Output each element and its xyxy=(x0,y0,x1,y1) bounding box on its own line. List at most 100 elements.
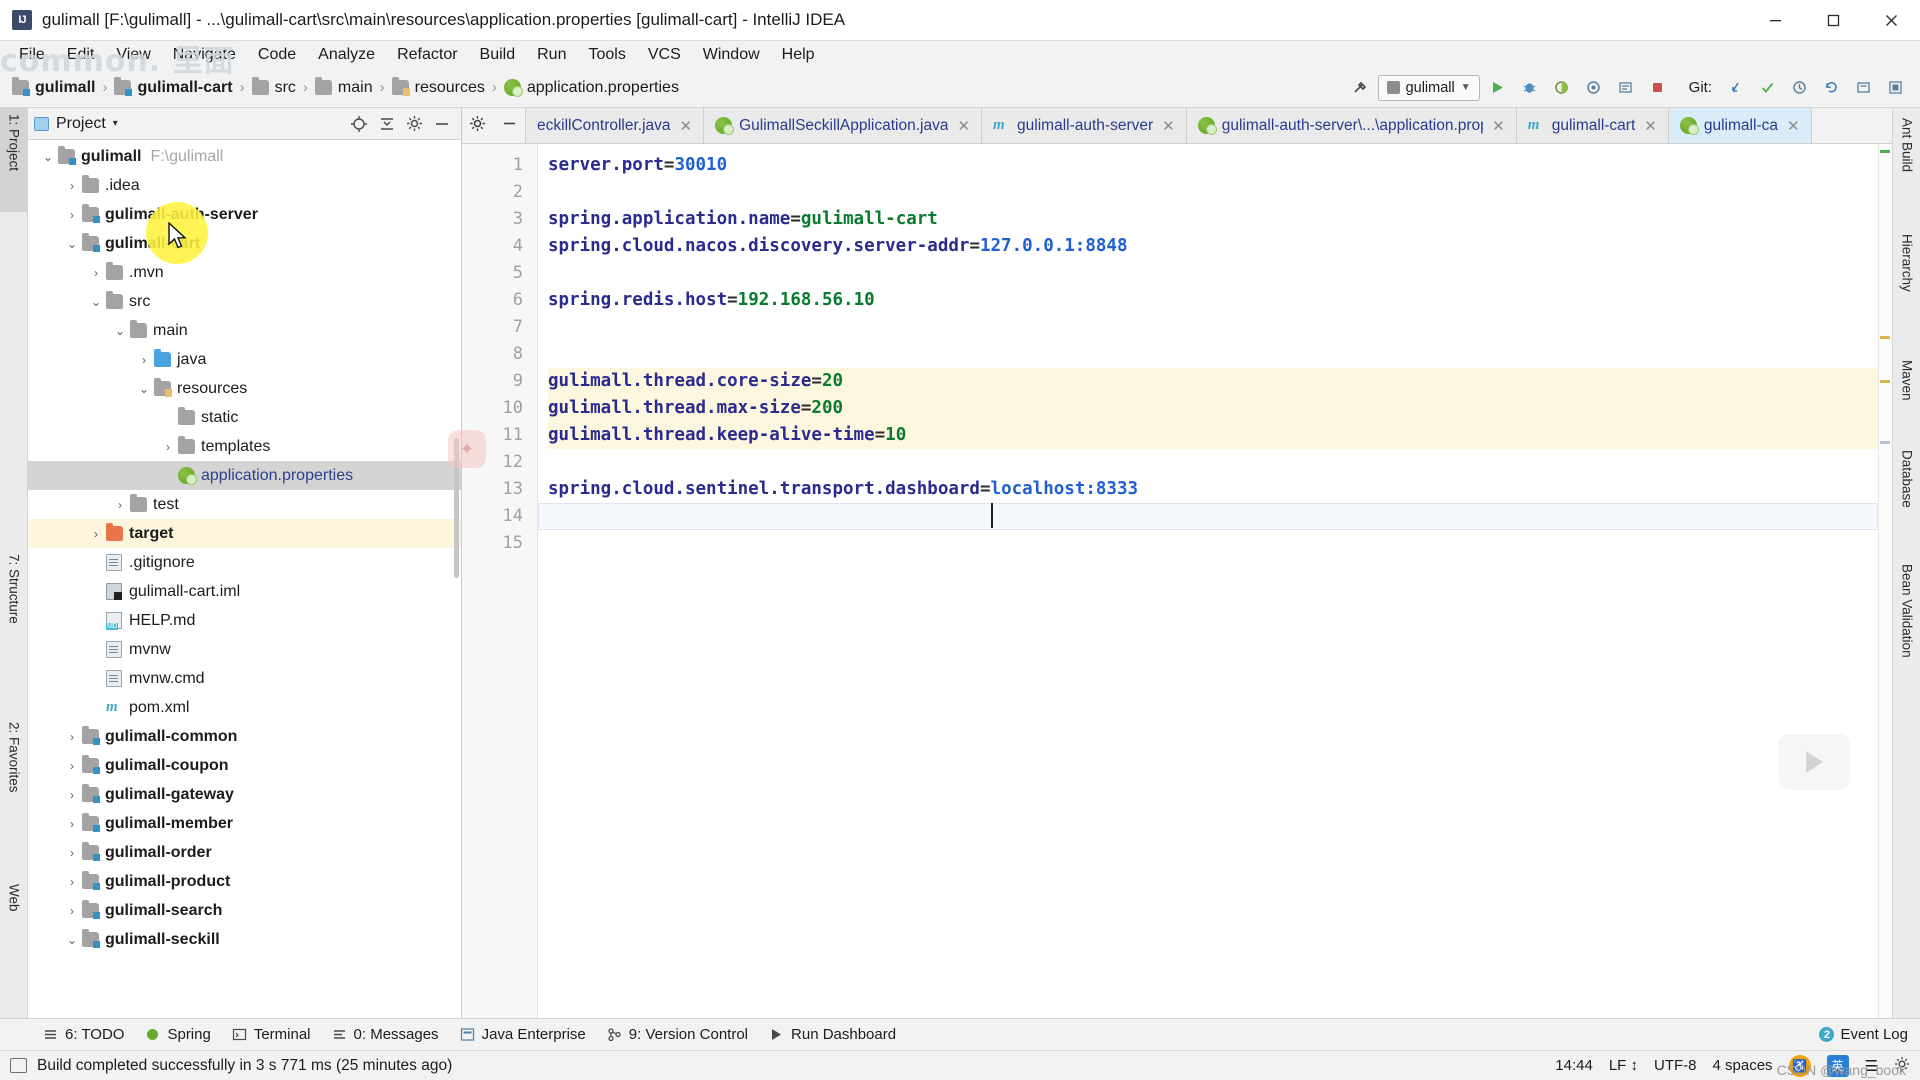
code-line[interactable]: spring.application.name=gulimall-cart xyxy=(548,206,1892,233)
tree-node[interactable]: ⌄ main xyxy=(28,316,461,345)
code-line[interactable] xyxy=(548,341,1892,368)
tree-node[interactable]: .gitignore xyxy=(28,548,461,577)
build-hammer-button[interactable] xyxy=(1346,74,1375,102)
status-message-icon[interactable] xyxy=(10,1058,27,1073)
rollback-button[interactable] xyxy=(1817,74,1846,102)
sidebar-item-structure[interactable]: 7: Structure xyxy=(0,548,28,678)
code-line[interactable] xyxy=(548,449,1892,476)
tree-node[interactable]: › gulimall-gateway xyxy=(28,780,461,809)
bottom-tool-button[interactable]: Run Dashboard xyxy=(760,1023,905,1046)
code-line[interactable]: spring.redis.host=192.168.56.10 xyxy=(548,287,1892,314)
scroll-from-source-icon[interactable] xyxy=(350,115,368,133)
close-icon[interactable]: ✕ xyxy=(1644,117,1657,135)
project-tree-scrollbar[interactable] xyxy=(454,438,459,578)
editor-code[interactable]: server.port=30010 spring.application.nam… xyxy=(538,144,1892,1018)
breadcrumb-item-src[interactable]: src xyxy=(251,77,296,97)
settings-gear-icon[interactable] xyxy=(406,115,423,132)
code-line[interactable]: spring.cloud.nacos.discovery.server-addr… xyxy=(548,233,1892,260)
sidebar-item-web[interactable]: Web xyxy=(0,878,28,948)
chevron-right-icon[interactable]: › xyxy=(62,904,82,918)
code-line[interactable]: gulimall.thread.keep-alive-time=10 xyxy=(548,422,1892,449)
menu-window[interactable]: Window xyxy=(692,44,771,66)
code-line[interactable]: management.endpoints.web.exposure.includ… xyxy=(548,503,1892,530)
profile-button[interactable] xyxy=(1579,74,1608,102)
chevron-right-icon[interactable]: › xyxy=(62,788,82,802)
menu-build[interactable]: Build xyxy=(469,44,527,66)
chevron-right-icon[interactable]: › xyxy=(62,759,82,773)
chevron-right-icon[interactable]: › xyxy=(134,353,154,367)
editor-marker-bar[interactable] xyxy=(1878,144,1892,1018)
tree-node[interactable]: ⌄ gulimall-cart xyxy=(28,229,461,258)
chevron-down-icon[interactable]: ⌄ xyxy=(110,324,130,338)
maximize-button[interactable] xyxy=(1804,0,1862,40)
sidebar-item-project[interactable]: 1: Project xyxy=(0,108,28,212)
close-icon[interactable]: ✕ xyxy=(1162,117,1175,135)
tree-node[interactable]: ⌄ resources xyxy=(28,374,461,403)
menu-file[interactable]: File xyxy=(8,44,56,66)
editor-tab[interactable]: m gulimall-auth-server ✕ xyxy=(982,108,1187,143)
chevron-right-icon[interactable]: › xyxy=(86,527,106,541)
tree-node[interactable]: mvnw xyxy=(28,635,461,664)
chevron-right-icon[interactable]: › xyxy=(110,498,130,512)
editor-gutter[interactable]: 1 2 3 4 5 6 7 8 9 10 11 12 13 14 15 xyxy=(462,144,538,1018)
editor-tab[interactable]: eckillController.java ✕ xyxy=(526,108,705,143)
sidebar-item-hierarchy[interactable]: Hierarchy xyxy=(1893,228,1920,332)
chevron-right-icon[interactable]: › xyxy=(62,846,82,860)
sidebar-item-database[interactable]: Database xyxy=(1893,444,1920,544)
tree-node[interactable]: › gulimall-coupon xyxy=(28,751,461,780)
breadcrumb-item-gulimall[interactable]: gulimall xyxy=(12,77,95,97)
chevron-down-icon[interactable]: ▾ xyxy=(113,118,118,129)
sidebar-item-bean-validation[interactable]: Bean Validation xyxy=(1893,558,1920,704)
ime-language-icon[interactable]: 英 xyxy=(1826,1054,1849,1077)
minimize-button[interactable] xyxy=(1746,0,1804,40)
event-log-button[interactable]: 2 Event Log xyxy=(1819,1026,1908,1043)
editor-tab[interactable]: gulimall-ca ✕ xyxy=(1668,108,1812,143)
collapse-all-icon[interactable] xyxy=(378,115,396,133)
chevron-down-icon[interactable]: ⌄ xyxy=(38,150,58,164)
code-line[interactable]: server.port=30010 xyxy=(548,152,1892,179)
bottom-tool-window-bar[interactable]: 6: TODO Spring Terminal 0: Messages Java Ent… xyxy=(0,1018,1920,1050)
tree-node[interactable]: ⌄ src xyxy=(28,287,461,316)
tree-node[interactable]: › gulimall-search xyxy=(28,896,461,925)
indent-setting[interactable]: 4 spaces xyxy=(1713,1057,1773,1074)
tree-node[interactable]: mvnw.cmd xyxy=(28,664,461,693)
chevron-down-icon[interactable]: ⌄ xyxy=(86,295,106,309)
close-icon[interactable]: ✕ xyxy=(1787,117,1800,135)
bottom-tool-button[interactable]: 0: Messages xyxy=(323,1023,448,1046)
update-project-button[interactable] xyxy=(1721,74,1750,102)
sidebar-item-favorites[interactable]: 2: Favorites xyxy=(0,716,28,850)
tree-node[interactable]: › .mvn xyxy=(28,258,461,287)
file-encoding[interactable]: UTF-8 xyxy=(1654,1057,1697,1074)
close-icon[interactable]: ✕ xyxy=(680,117,693,135)
bottom-tool-button[interactable]: 9: Version Control xyxy=(598,1023,757,1046)
commit-button[interactable] xyxy=(1753,74,1782,102)
tree-node[interactable]: static xyxy=(28,403,461,432)
debug-button[interactable] xyxy=(1515,74,1544,102)
tree-node[interactable]: HELP.md xyxy=(28,606,461,635)
chevron-right-icon[interactable]: › xyxy=(158,440,178,454)
chevron-right-icon[interactable]: › xyxy=(62,875,82,889)
code-line[interactable]: gulimall.thread.max-size=200 xyxy=(548,395,1892,422)
code-line[interactable] xyxy=(548,260,1892,287)
sidebar-item-maven[interactable]: Maven xyxy=(1893,354,1920,432)
breadcrumb-item-application-properties[interactable]: application.properties xyxy=(503,79,679,97)
breadcrumb-item-main[interactable]: main xyxy=(314,77,373,97)
tree-node[interactable]: › gulimall-common xyxy=(28,722,461,751)
editor-tab[interactable]: gulimall-auth-server\...\application.pro… xyxy=(1186,108,1517,143)
close-icon[interactable]: ✕ xyxy=(957,117,970,135)
sidebar-item-ant-build[interactable]: Ant Build xyxy=(1893,112,1920,208)
chevron-down-icon[interactable]: ⌄ xyxy=(62,933,82,947)
menu-edit[interactable]: Edit xyxy=(56,44,106,66)
run-button[interactable] xyxy=(1483,74,1512,102)
tree-node[interactable]: › gulimall-product xyxy=(28,867,461,896)
code-line[interactable]: spring.cloud.sentinel.transport.dashboar… xyxy=(548,476,1892,503)
tree-node[interactable]: › .idea xyxy=(28,171,461,200)
bottom-tool-button[interactable]: Spring xyxy=(136,1023,219,1046)
tree-node[interactable]: › target xyxy=(28,519,461,548)
menu-tools[interactable]: Tools xyxy=(577,44,636,66)
chevron-right-icon[interactable]: › xyxy=(86,266,106,280)
ime-logo-icon[interactable]: ♿ xyxy=(1788,1054,1811,1077)
status-gear-icon[interactable] xyxy=(1894,1056,1910,1076)
history-button[interactable] xyxy=(1785,74,1814,102)
tree-node[interactable]: › gulimall-member xyxy=(28,809,461,838)
